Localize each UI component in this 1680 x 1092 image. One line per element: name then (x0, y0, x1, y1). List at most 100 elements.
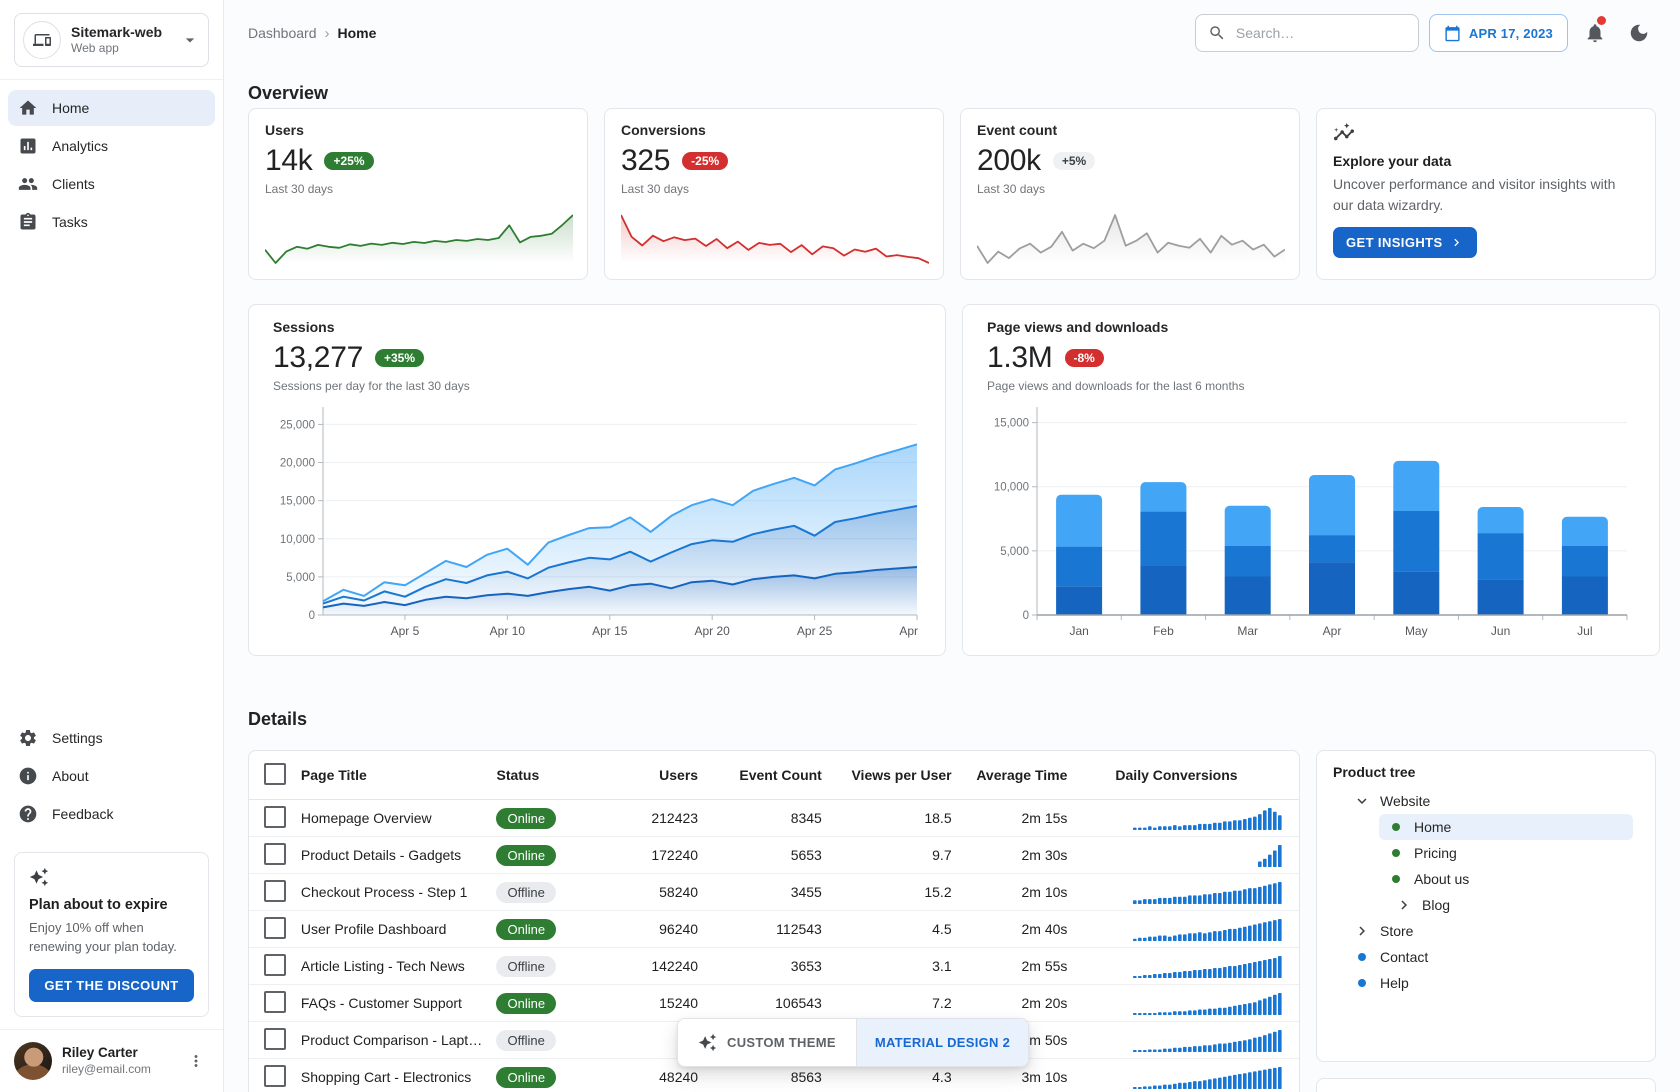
sidebar-item-tasks[interactable]: Tasks (8, 204, 215, 240)
tree-item-pricing[interactable]: Pricing (1379, 840, 1633, 866)
row-checkbox[interactable] (264, 954, 286, 976)
explore-card-body: Uncover performance and visitor insights… (1333, 174, 1639, 216)
stat-card-users: Users14k+25%Last 30 days (248, 108, 588, 280)
select-all-checkbox[interactable] (264, 763, 286, 785)
sidebar-item-analytics[interactable]: Analytics (8, 128, 215, 164)
breadcrumb-separator: › (325, 25, 330, 42)
table-row[interactable]: Homepage OverviewOnline212423834518.52m … (249, 800, 1299, 837)
tree-item-help[interactable]: Help (1345, 970, 1633, 996)
table-row[interactable]: Product Details - GadgetsOnline172240565… (249, 837, 1299, 874)
stat-card-caption: Last 30 days (621, 182, 927, 196)
sidebar-main-nav: HomeAnalyticsClientsTasks (0, 80, 223, 250)
stat-card-value: 325 (621, 144, 670, 178)
user-menu-kebab-icon[interactable] (183, 1048, 209, 1074)
explore-data-card: Explore your data Uncover performance an… (1316, 108, 1656, 280)
sessions-subtitle: Sessions per day for the last 30 days (273, 379, 921, 393)
stat-card-trend-chip: +5% (1053, 152, 1095, 170)
product-tree-title: Product tree (1333, 764, 1639, 780)
row-checkbox[interactable] (264, 991, 286, 1013)
column-header-event-count[interactable]: Event Count (716, 767, 840, 783)
material-design-2-option[interactable]: MATERIAL DESIGN 2 (856, 1019, 1028, 1066)
svg-text:10,000: 10,000 (280, 534, 315, 546)
sidebar-item-clients[interactable]: Clients (8, 166, 215, 202)
notifications-button[interactable] (1578, 16, 1612, 50)
column-header-average-time[interactable]: Average Time (970, 767, 1086, 783)
sessions-value: 13,277 (273, 341, 363, 375)
tree-item-about-us[interactable]: About us (1379, 866, 1633, 892)
svg-text:Jul: Jul (1577, 624, 1592, 638)
row-checkbox[interactable] (264, 1065, 286, 1087)
sidebar-item-settings[interactable]: Settings (8, 720, 215, 756)
table-row[interactable]: User Profile DashboardOnline962401125434… (249, 911, 1299, 948)
svg-text:Jun: Jun (1491, 624, 1510, 638)
sidebar-item-home[interactable]: Home (8, 90, 215, 126)
row-checkbox[interactable] (264, 880, 286, 902)
svg-text:Apr 30: Apr 30 (899, 624, 921, 638)
svg-text:Apr 10: Apr 10 (490, 624, 526, 638)
tree-item-blog[interactable]: Blog (1387, 892, 1633, 918)
row-checkbox[interactable] (264, 917, 286, 939)
plan-card-body: Enjoy 10% off when renewing your plan to… (29, 919, 194, 957)
svg-text:Apr 15: Apr 15 (592, 624, 628, 638)
explore-card-title: Explore your data (1333, 153, 1639, 169)
users-sparkline (265, 209, 571, 269)
app-root: Sitemark-web Web app HomeAnalyticsClient… (0, 0, 1680, 1092)
overview-section-title: Overview (248, 83, 328, 104)
table-row[interactable]: Checkout Process - Step 1Offline58240345… (249, 874, 1299, 911)
column-header-page-title[interactable]: Page Title (301, 767, 497, 783)
stat-card-conversions: Conversions325-25%Last 30 days (604, 108, 944, 280)
tree-dot-icon (1353, 974, 1371, 992)
svg-text:May: May (1405, 624, 1428, 638)
svg-text:0: 0 (1023, 610, 1029, 622)
tree-item-home[interactable]: Home (1379, 814, 1633, 840)
sidebar-item-about[interactable]: About (8, 758, 215, 794)
tree-item-store[interactable]: Store (1345, 918, 1633, 944)
cell-page-title: User Profile Dashboard (301, 921, 447, 937)
clients-icon (18, 174, 38, 194)
sidebar: Sitemark-web Web app HomeAnalyticsClient… (0, 0, 224, 1092)
column-header-daily-conversions[interactable]: Daily Conversions (1085, 767, 1299, 783)
stat-card-trend-chip: -25% (682, 152, 728, 170)
daily-conversions-sparkbars (1133, 843, 1283, 867)
dark-mode-button[interactable] (1622, 16, 1656, 50)
tree-item-contact[interactable]: Contact (1345, 944, 1633, 970)
plan-card-title: Plan about to expire (29, 897, 194, 913)
chevron-right-icon (1353, 922, 1371, 940)
conversions-sparkline (621, 209, 927, 269)
bell-icon (1584, 22, 1606, 44)
info-icon (18, 766, 38, 786)
tree-dot-icon (1353, 948, 1371, 966)
tree-item-website[interactable]: Website (1345, 788, 1633, 814)
column-header-status[interactable]: Status (496, 767, 600, 783)
daily-conversions-sparkbars (1133, 991, 1283, 1015)
table-row[interactable]: FAQs - Customer SupportOnline15240106543… (249, 985, 1299, 1022)
product-tree: WebsiteHomePricingAbout usBlogStoreConta… (1333, 788, 1639, 996)
svg-text:5,000: 5,000 (1000, 546, 1029, 558)
sessions-title: Sessions (273, 319, 921, 335)
cell-page-title: Shopping Cart - Electronics (301, 1069, 471, 1085)
user-row: Riley Carter riley@email.com (0, 1029, 223, 1092)
get-discount-button[interactable]: GET THE DISCOUNT (29, 969, 194, 1002)
status-badge: Offline (496, 1030, 555, 1051)
stat-card-trend-chip: +25% (324, 152, 373, 170)
sidebar-item-feedback[interactable]: Feedback (8, 796, 215, 832)
home-icon (18, 98, 38, 118)
row-checkbox[interactable] (264, 1028, 286, 1050)
stat-card-value: 14k (265, 144, 312, 178)
theme-toggle: CUSTOM THEME MATERIAL DESIGN 2 (677, 1018, 1029, 1067)
main-content: Dashboard › Home APR 17, 2023 (224, 0, 1680, 1092)
date-picker-button[interactable]: APR 17, 2023 (1429, 14, 1568, 52)
breadcrumb-item-home: Home (338, 25, 377, 41)
row-checkbox[interactable] (264, 843, 286, 865)
workspace-select[interactable]: Sitemark-web Web app (14, 13, 209, 67)
column-header-views-per-user[interactable]: Views per User (840, 767, 970, 783)
search-input-wrap (1195, 14, 1419, 52)
column-header-users[interactable]: Users (600, 767, 716, 783)
table-row[interactable]: Article Listing - Tech NewsOffline142240… (249, 948, 1299, 985)
svg-text:Apr: Apr (1323, 624, 1342, 638)
breadcrumb-item-dashboard[interactable]: Dashboard (248, 25, 317, 41)
custom-theme-option[interactable]: CUSTOM THEME (678, 1019, 856, 1066)
search-input[interactable] (1234, 24, 1406, 42)
row-checkbox[interactable] (264, 806, 286, 828)
get-insights-button[interactable]: GET INSIGHTS (1333, 227, 1477, 258)
